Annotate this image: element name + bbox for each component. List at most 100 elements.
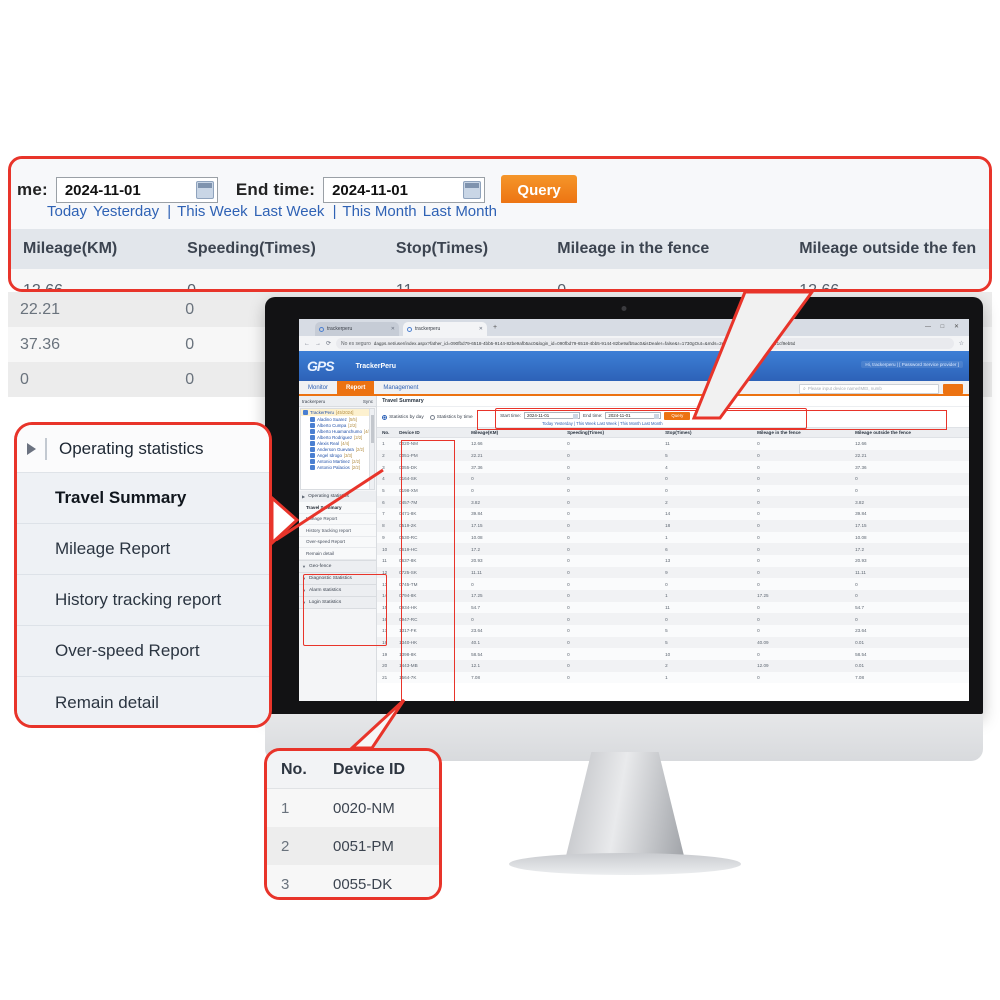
tab-favicon [407, 326, 412, 332]
table-row: 19 1398-8K 58.54 0 10 0 58.54 Playback [377, 648, 969, 661]
tree-node[interactable]: Antonio Palacios [2/2] [301, 464, 374, 470]
close-icon[interactable]: ✕ [391, 326, 395, 332]
playback-link[interactable]: Playback [951, 617, 969, 622]
table-cell: 0.01 [855, 663, 865, 669]
menu-item[interactable]: Travel Summary [17, 473, 269, 524]
app-header: GPS TrackerPeru Hi, trackerperu | [ Pass… [299, 351, 969, 381]
playback-link[interactable]: Playback [951, 547, 969, 552]
tree-node[interactable]: Alberto Huamanchumo [4/4] [301, 428, 374, 434]
playback-link[interactable]: Playback [951, 523, 969, 528]
tab-monitor[interactable]: Monitor [299, 381, 337, 394]
query-button[interactable]: Query [664, 411, 691, 420]
sidebar-group-login-statistics[interactable]: ▼ Login Statistics [299, 596, 377, 609]
radio-statistics-by-day[interactable]: Statistics by day [382, 414, 424, 420]
link-last-week[interactable]: Last Week [254, 203, 325, 220]
browser-tab-strip: trackerperu ✕ trackerperu ✕ + — □ ✕ [299, 319, 969, 336]
quick-range-links[interactable]: Today Yesterday | This Week Last Week | … [500, 421, 802, 426]
tree-node-count: [2/2] [351, 464, 360, 470]
sidebar-item-travel-summary[interactable]: Travel Summary [299, 502, 377, 514]
new-tab-button[interactable]: + [493, 324, 497, 331]
menu-item-label: Travel Summary [55, 488, 187, 507]
sidebar-group-alarm-statistics[interactable]: ▼ Alarm statistics [299, 584, 377, 597]
calendar-icon[interactable] [195, 181, 214, 199]
playback-link[interactable]: Playback [951, 628, 969, 633]
playback-link[interactable]: Playback [951, 593, 969, 598]
tab-report[interactable]: Report [337, 381, 375, 394]
browser-tab-1[interactable]: trackerperu ✕ [315, 322, 399, 336]
menu-item[interactable]: Mileage Report [17, 524, 269, 575]
group-items: Travel Summary Mileage Report History trac… [299, 502, 377, 560]
device-id-zoom-callout: No. Device ID 1 0020-NM 2 0051-PM 3 0055-DK [264, 748, 442, 900]
table-cell: 3.82 [471, 499, 481, 505]
table-cell: 0 [855, 593, 858, 599]
menu-group-header[interactable]: Operating statistics [17, 425, 269, 473]
table-row: 2 0051-PM 22.21 0 5 0 22.21 Playback [377, 449, 969, 462]
sidebar-item-remain-detail[interactable]: Remain detail [299, 548, 377, 560]
browser-tab-2[interactable]: trackerperu ✕ [403, 322, 487, 336]
url-input[interactable]: No es seguro dagps.net/user/index.aspx?f… [336, 338, 954, 349]
link-last-month[interactable]: Last Month [423, 203, 497, 220]
start-time-input[interactable]: 2024-11-01 [524, 412, 580, 419]
playback-link[interactable]: Playback [951, 441, 969, 446]
radio-statistics-by-time[interactable]: Statistics by time [429, 414, 473, 420]
playback-link[interactable]: Playback [951, 652, 969, 657]
playback-link[interactable]: Playback [951, 488, 969, 493]
playback-link[interactable]: Playback [951, 582, 969, 587]
menu-item[interactable]: Over-speed Report [17, 626, 269, 677]
playback-link[interactable]: Playback [951, 535, 969, 540]
end-time-input[interactable]: 2024-11-01 [605, 412, 662, 419]
menu-item[interactable]: Remain detail [17, 677, 269, 725]
playback-link[interactable]: Playback [951, 476, 969, 481]
playback-link[interactable]: Playback [951, 500, 969, 505]
tree-root[interactable]: TrackerPeru [45/2024] [301, 409, 375, 416]
menu-item[interactable]: History tracking report [17, 575, 269, 626]
tree-scrollbar[interactable] [369, 409, 375, 489]
reload-icon[interactable]: ⟳ [326, 340, 331, 347]
playback-link[interactable]: Playback [951, 511, 969, 516]
calendar-icon[interactable] [463, 181, 482, 199]
group-header[interactable]: ▼ Login Statistics [299, 596, 377, 608]
sidebar-group-geo-fence[interactable]: ▼ Geo-fence [299, 560, 377, 573]
playback-link[interactable]: Playback [951, 465, 969, 470]
window-controls[interactable]: — □ ✕ [925, 323, 963, 330]
start-time-input[interactable]: 2024-11-01 [55, 177, 218, 203]
playback-link[interactable]: Playback [951, 663, 969, 668]
close-icon[interactable]: ✕ [479, 326, 483, 332]
sidebar-item-history-tracking-report[interactable]: History tracking report [299, 525, 377, 537]
end-time-input[interactable]: 2024-11-01 [323, 177, 486, 203]
group-header[interactable]: ▼ Diagnostic Statistics [299, 572, 377, 584]
playback-link[interactable]: Playback [951, 675, 969, 680]
playback-link[interactable]: Playback [951, 640, 969, 645]
group-header[interactable]: ▼ Geo-fence [299, 560, 377, 572]
link-this-month[interactable]: This Month [342, 203, 416, 220]
link-yesterday[interactable]: Yesterday [93, 203, 159, 220]
device-tree[interactable]: TrackerPeru [45/2024] Aladino Suarez [5/5… [300, 408, 376, 490]
sidebar-group-operating-statistics[interactable]: ▶ Operating statistics Travel Summary Mil… [299, 491, 377, 561]
forward-icon[interactable]: → [315, 341, 321, 347]
tab-management[interactable]: Management [374, 381, 427, 394]
playback-link[interactable]: Playback [951, 570, 969, 575]
table-cell: 12.09 [757, 663, 769, 669]
playback-link[interactable]: Playback [951, 453, 969, 458]
back-icon[interactable]: ← [304, 341, 310, 347]
table-cell: 39.84 [855, 511, 867, 517]
sidebar-group-diagnostic-statistics[interactable]: ▼ Diagnostic Statistics [299, 572, 377, 585]
device-search-input[interactable]: ⌕ Please input device name/IMEI, numb [799, 383, 939, 394]
bookmark-star-icon[interactable]: ☆ [959, 340, 964, 347]
group-header[interactable]: ▶ Operating statistics [299, 491, 377, 502]
playback-link[interactable]: Playback [951, 605, 969, 610]
link-today[interactable]: Today [47, 203, 87, 220]
user-bar[interactable]: Hi, trackerperu | [ Password Service pro… [861, 361, 963, 368]
sidebar-item-mileage-report[interactable]: Mileage Report [299, 514, 377, 525]
cell-mileage-outside-fence: 12.66 [799, 281, 840, 292]
search-button[interactable] [943, 383, 963, 394]
sidebar-item-over-speed-report[interactable]: Over-speed Report [299, 537, 377, 548]
playback-link[interactable]: Playback [951, 558, 969, 563]
table-cell: 10 [382, 546, 388, 552]
query-button[interactable]: Query [501, 175, 578, 205]
tree-node[interactable]: Anderson Guevara [2/2] [301, 446, 374, 452]
sync-button[interactable]: Sync [363, 399, 373, 404]
group-header[interactable]: ▼ Alarm statistics [299, 584, 377, 596]
table-cell: 17.15 [471, 523, 483, 529]
link-this-week[interactable]: This Week [177, 203, 248, 220]
